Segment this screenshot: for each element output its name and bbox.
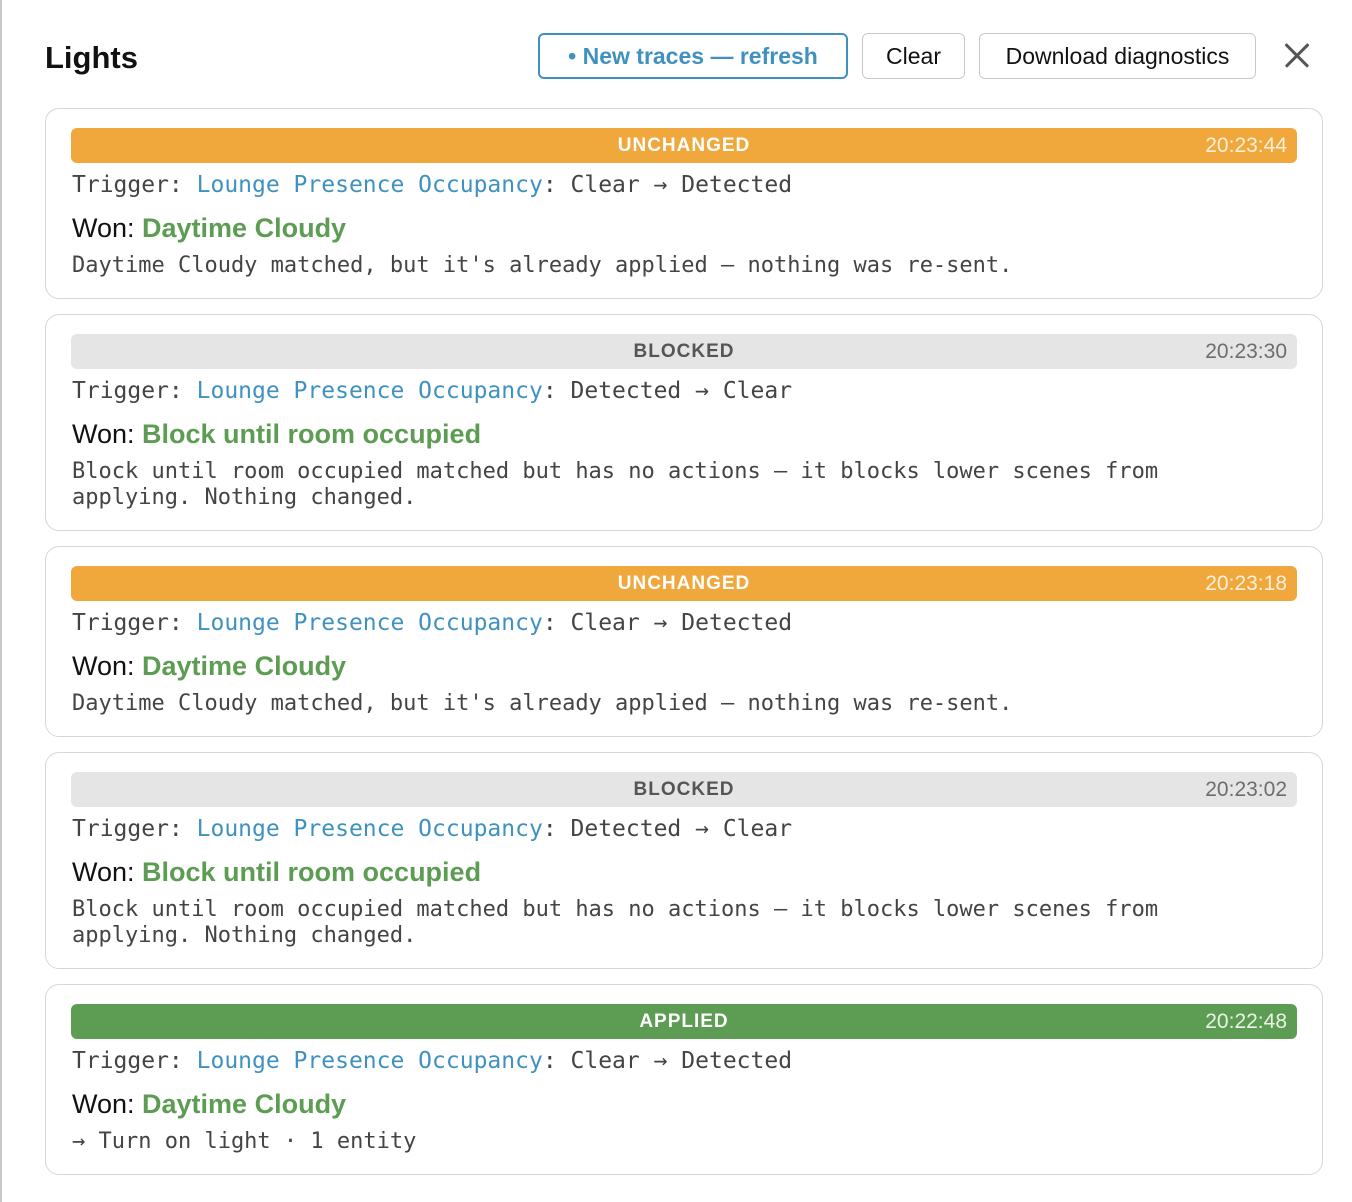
clear-button[interactable]: Clear [862,33,965,79]
trigger-entity-link[interactable]: Lounge Presence Occupancy [197,610,543,636]
trigger-transition: : Clear → Detected [542,1048,793,1074]
won-line: Won: Block until room occupied [72,419,481,450]
trace-timestamp: 20:22:48 [1205,1010,1287,1033]
trigger-transition: : Detected → Clear [542,816,793,842]
trigger-prefix: Trigger: [72,378,197,404]
trace-card: BLOCKED 20:23:30 Trigger: Lounge Presenc… [45,314,1323,531]
close-icon[interactable] [1281,40,1313,72]
won-scene-name: Daytime Cloudy [142,213,347,243]
won-scene-name: Daytime Cloudy [142,1089,347,1119]
trace-card: BLOCKED 20:23:02 Trigger: Lounge Presenc… [45,752,1323,969]
trace-detail: Daytime Cloudy matched, but it's already… [72,691,1013,716]
status-badge: UNCHANGED [617,134,751,156]
trace-timestamp: 20:23:02 [1205,778,1287,801]
trigger-line: Trigger: Lounge Presence Occupancy: Clea… [72,1048,792,1074]
status-bar: BLOCKED 20:23:02 [71,772,1297,807]
trigger-line: Trigger: Lounge Presence Occupancy: Dete… [72,378,792,404]
trace-timestamp: 20:23:44 [1205,134,1287,157]
won-scene-name: Block until room occupied [142,857,482,887]
trigger-transition: : Detected → Clear [542,378,793,404]
trigger-prefix: Trigger: [72,172,197,198]
trace-card: UNCHANGED 20:23:44 Trigger: Lounge Prese… [45,108,1323,299]
trigger-line: Trigger: Lounge Presence Occupancy: Clea… [72,610,792,636]
trigger-transition: : Clear → Detected [542,610,793,636]
download-diagnostics-button[interactable]: Download diagnostics [979,33,1256,79]
trace-detail: Daytime Cloudy matched, but it's already… [72,253,1013,278]
trigger-entity-link[interactable]: Lounge Presence Occupancy [197,378,543,404]
won-line: Won: Daytime Cloudy [72,1089,346,1120]
trace-detail: Block until room occupied matched but ha… [72,459,1159,510]
trace-detail: Block until room occupied matched but ha… [72,897,1159,948]
won-line: Won: Daytime Cloudy [72,213,346,244]
trace-card: APPLIED 20:22:48 Trigger: Lounge Presenc… [45,984,1323,1175]
status-badge: APPLIED [639,1010,729,1032]
trace-timestamp: 20:23:30 [1205,340,1287,363]
won-line: Won: Block until room occupied [72,857,481,888]
trigger-line: Trigger: Lounge Presence Occupancy: Clea… [72,172,792,198]
won-prefix: Won: [72,1089,143,1119]
won-line: Won: Daytime Cloudy [72,651,346,682]
panel-title: Lights [45,40,138,75]
won-prefix: Won: [72,419,143,449]
won-prefix: Won: [72,651,143,681]
trigger-entity-link[interactable]: Lounge Presence Occupancy [197,172,543,198]
status-bar: UNCHANGED 20:23:18 [71,566,1297,601]
won-prefix: Won: [72,857,143,887]
trigger-line: Trigger: Lounge Presence Occupancy: Dete… [72,816,792,842]
trace-timestamp: 20:23:18 [1205,572,1287,595]
panel-left-border [0,0,2,1202]
status-badge: BLOCKED [633,778,735,800]
won-scene-name: Daytime Cloudy [142,651,347,681]
trigger-prefix: Trigger: [72,816,197,842]
trigger-entity-link[interactable]: Lounge Presence Occupancy [197,1048,543,1074]
trigger-entity-link[interactable]: Lounge Presence Occupancy [197,816,543,842]
trigger-prefix: Trigger: [72,1048,197,1074]
status-bar: BLOCKED 20:23:30 [71,334,1297,369]
panel-header: Lights • New traces — refresh Clear Down… [45,30,1325,86]
trigger-prefix: Trigger: [72,610,197,636]
status-badge: BLOCKED [633,340,735,362]
trace-detail: → Turn on light · 1 entity [72,1129,417,1154]
trace-card: UNCHANGED 20:23:18 Trigger: Lounge Prese… [45,546,1323,737]
trigger-transition: : Clear → Detected [542,172,793,198]
refresh-traces-button[interactable]: • New traces — refresh [538,33,848,79]
won-prefix: Won: [72,213,143,243]
won-scene-name: Block until room occupied [142,419,482,449]
status-badge: UNCHANGED [617,572,751,594]
status-bar: UNCHANGED 20:23:44 [71,128,1297,163]
status-bar: APPLIED 20:22:48 [71,1004,1297,1039]
